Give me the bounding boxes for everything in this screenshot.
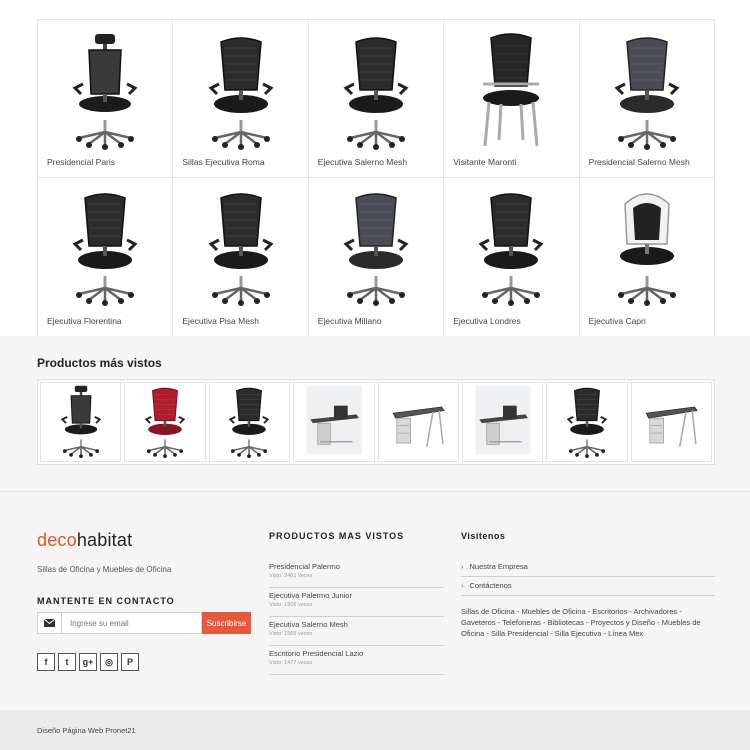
email-input[interactable] (62, 612, 202, 634)
product-card[interactable]: Presidencial Salerno Mesh (579, 20, 715, 178)
product-card[interactable]: Visitante Maronti (444, 20, 580, 178)
popular-product-views: Visto: 2481 veces (269, 573, 313, 579)
contact-title: MANTENTE EN CONTACTO (37, 596, 175, 606)
popular-products-list: Presidencial Palermo Visto: 2481 veces E… (269, 559, 444, 675)
visit-title: Visítenos (461, 531, 506, 541)
chair-red-icon (129, 382, 201, 463)
chevron-right-icon: › (461, 581, 464, 590)
desk-icon (382, 382, 454, 463)
product-name[interactable]: Ejecutiva Capri (589, 316, 646, 326)
chair-mesh-icon (580, 28, 714, 150)
link-nuestra-empresa[interactable]: › Nuestra Empresa (461, 558, 715, 577)
chevron-right-icon: › (461, 562, 464, 571)
instagram-icon[interactable]: ◎ (100, 653, 118, 671)
chair-mesh-icon (309, 28, 443, 150)
newsletter-form: Suscribirse (37, 612, 251, 634)
most-viewed-item[interactable] (377, 382, 459, 463)
popular-product-name[interactable]: Ejecutiva Salerno Mesh (269, 620, 444, 629)
credit-link[interactable]: Diseño Página Web Pronet21 (37, 726, 136, 735)
chair-visitor-icon (444, 28, 578, 150)
product-card[interactable]: Ejecutiva Millano (308, 178, 445, 337)
product-name[interactable]: Ejecutiva Pisa Mesh (182, 316, 259, 326)
most-viewed-item[interactable] (546, 382, 628, 463)
facebook-icon[interactable]: f (37, 653, 55, 671)
product-name[interactable]: Ejecutiva Florentina (47, 316, 122, 326)
chair-mesh-icon (38, 184, 172, 306)
chair-mesh-icon (551, 382, 623, 463)
product-name[interactable]: Visitante Maronti (453, 157, 516, 167)
desk-icon (635, 382, 707, 463)
most-viewed-item[interactable] (124, 382, 206, 463)
product-card[interactable]: Presidencial Paris (38, 20, 174, 178)
chair-mesh-icon (173, 184, 307, 306)
popular-product-name[interactable]: Presidencial Palermo (269, 562, 444, 571)
product-card[interactable]: Sillas Ejecutiva Roma (173, 20, 309, 178)
popular-product-views: Visto: 1477 veces (269, 660, 313, 666)
chair-headrest-icon (45, 382, 117, 463)
google-plus-icon[interactable]: g+ (79, 653, 97, 671)
popular-product-name[interactable]: Ejecutiva Palermo Junior (269, 591, 444, 600)
list-item[interactable]: Ejecutiva Palermo Junior Visto: 1906 vec… (269, 588, 444, 617)
desk-set-icon (298, 382, 370, 463)
list-item[interactable]: Ejecutiva Salerno Mesh Visto: 1569 veces (269, 617, 444, 646)
chair-mesh-icon (309, 184, 443, 306)
product-name[interactable]: Ejecutiva Londres (453, 316, 521, 326)
desk-set-icon (467, 382, 539, 463)
chair-mesh-icon (444, 184, 578, 306)
most-viewed-carousel (37, 379, 715, 465)
most-viewed-item[interactable] (208, 382, 291, 463)
visit-links: › Nuestra Empresa › Contáctenos (461, 558, 715, 596)
logo-part-habitat: habitat (76, 530, 133, 550)
link-label: Nuestra Empresa (469, 562, 528, 571)
most-viewed-item[interactable] (40, 382, 122, 463)
link-contactenos[interactable]: › Contáctenos (461, 577, 715, 596)
most-viewed-item[interactable] (293, 382, 375, 463)
subscribe-button[interactable]: Suscribirse (202, 612, 251, 634)
most-viewed-item[interactable] (630, 382, 712, 463)
logo-part-deco: deco (37, 530, 77, 550)
twitter-icon[interactable]: t (58, 653, 76, 671)
chair-mesh-icon (213, 382, 285, 463)
most-viewed-item[interactable] (461, 382, 544, 463)
chair-headrest-icon (38, 28, 172, 150)
popular-product-name[interactable]: Escritorio Presidencial Lazio (269, 649, 444, 658)
list-item[interactable]: Escritorio Presidencial Lazio Visto: 147… (269, 646, 444, 675)
product-card[interactable]: Ejecutiva Pisa Mesh (173, 178, 309, 337)
product-name[interactable]: Sillas Ejecutiva Roma (182, 157, 264, 167)
chair-mesh-icon (173, 28, 307, 150)
product-name[interactable]: Presidencial Salerno Mesh (589, 157, 690, 167)
popular-products-title: PRODUCTOS MAS VISTOS (269, 531, 405, 541)
product-card[interactable]: Ejecutiva Florentina (38, 178, 174, 337)
envelope-icon (37, 612, 62, 634)
product-name[interactable]: Presidencial Paris (47, 157, 115, 167)
product-name[interactable]: Ejecutiva Millano (318, 316, 382, 326)
logo[interactable]: decohabitat (37, 530, 132, 551)
category-links[interactable]: Sillas de Oficina - Muebles de Oficina -… (461, 606, 715, 639)
social-links: f t g+ ◎ P (37, 653, 139, 671)
link-label: Contáctenos (469, 581, 512, 590)
list-item[interactable]: Presidencial Palermo Visto: 2481 veces (269, 559, 444, 588)
pinterest-icon[interactable]: P (121, 653, 139, 671)
chair-shell-icon (580, 184, 714, 306)
product-name[interactable]: Ejecutiva Salerno Mesh (318, 157, 407, 167)
popular-product-views: Visto: 1569 veces (269, 631, 313, 637)
popular-product-views: Visto: 1906 veces (269, 602, 313, 608)
product-card[interactable]: Ejecutiva Londres (444, 178, 580, 337)
product-card[interactable]: Ejecutiva Capri (579, 178, 715, 337)
product-grid: Presidencial Paris Sillas Ejecutiva Roma… (37, 19, 715, 337)
tagline: Sillas de Oficina y Muebles de Oficina (37, 565, 172, 574)
product-card[interactable]: Ejecutiva Salerno Mesh (308, 20, 445, 178)
most-viewed-title: Productos más vistos (37, 356, 162, 370)
